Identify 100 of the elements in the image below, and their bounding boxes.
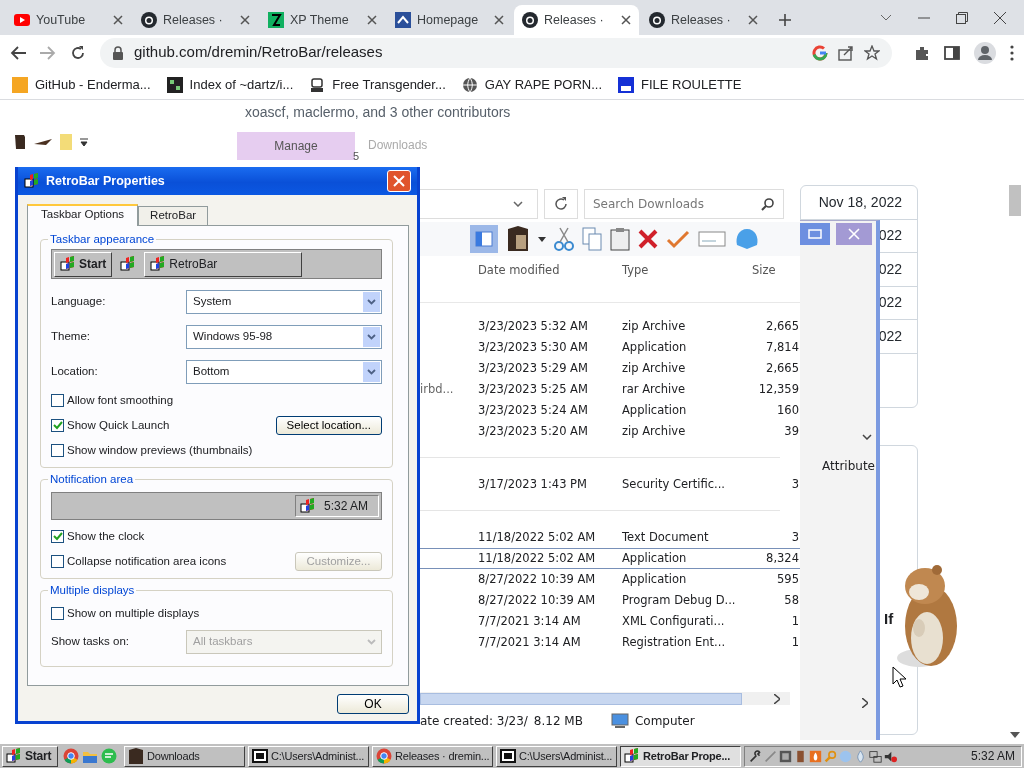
file-row[interactable]: 3/23/2023 5:24 AM Application 160 [420,400,800,421]
date-cell-text: 3/23/2023 5:32 AM [478,317,589,335]
file-row[interactable]: 3/23/2023 5:29 AM zip Archive 2,665 [420,358,800,379]
type-cell-text: zip Archive [622,317,687,335]
dropdown[interactable]: System [186,290,382,314]
task-button[interactable]: RetroBar [144,251,303,277]
column-header[interactable]: Attribute [822,457,875,475]
file-row[interactable]: 3/23/2023 5:20 AM zip Archive 39 [420,421,800,442]
size-cell-text: 8,324 [765,549,799,567]
start-button[interactable]: Start [54,251,113,277]
file-row[interactable]: 11/18/2022 5:02 AM Application 8,324 [420,548,800,569]
date-cell-text: 3/23/2023 5:24 AM [478,401,589,419]
size-cell-text: 1 [790,633,799,651]
size-cell-text: 2,665 [765,317,799,335]
size-cell-text: 1 [790,612,799,630]
browser-tab[interactable]: Releases · [641,5,766,35]
browser-tab[interactable]: Releases · [133,5,258,35]
browser-tab[interactable]: XP Theme [260,5,385,35]
file-row[interactable]: 8/27/2022 10:39 AM Application 595 [420,569,800,590]
file-row[interactable]: 11/18/2022 5:02 AM Text Document 3 [420,527,800,548]
taskbar-button[interactable]: Releases · dremin... [372,745,493,767]
browser-tab[interactable]: YouTube [6,5,131,35]
type-cell-text: Program Debug D... [622,591,737,609]
type-cell-text: Application [622,401,688,419]
taskbar-button[interactable]: C:\Users\Administ... [496,745,617,767]
browser-tab[interactable]: Homepage [387,5,512,35]
type-cell-text: Text Document [622,528,710,546]
file-row[interactable]: 3/17/2023 1:43 PM Security Certific... 3 [420,474,800,495]
date-cell-text: 8/27/2022 10:39 AM [478,570,597,588]
group-label: Taskbar appearance [49,232,156,246]
group-label: Multiple displays [49,583,136,597]
contributors-text: xoascf, maclermo, and 3 other contributors [245,103,511,122]
file-row[interactable]: 3/23/2023 5:32 AM zip Archive 2,665 [420,316,800,337]
file-row[interactable]: 3/23/2023 5:30 AM Application 7,814 [420,337,800,358]
type-cell-text: Registration Ent... [622,633,727,651]
column-header[interactable]: Type [622,262,752,280]
field-label: Theme: [51,329,91,345]
window-title: RetroBar Properties [46,172,165,190]
size-cell-text: 39 [783,422,799,440]
column-header[interactable]: Date modified [478,262,622,280]
date-cell-text: 3/23/2023 5:20 AM [478,422,589,440]
bookmark[interactable]: Index of ~dartz/i... [166,74,294,95]
checkbox-label[interactable]: Show window previews (thumbnails) [67,441,253,460]
file-row[interactable]: irbd... 3/23/2023 5:25 AM rar Archive 12,359 [420,379,800,400]
ok-button[interactable]: OK [337,694,409,714]
bookmark[interactable]: FILE ROULETTE [618,74,742,95]
file-row[interactable]: 7/7/2021 3:14 AM Registration Ent... 1 [420,632,800,653]
type-cell-text: Security Certific... [622,475,726,493]
file-row[interactable]: 7/7/2021 3:14 AM XML Configurati... 1 [420,611,800,632]
browser-tab[interactable]: Releases · [514,5,639,35]
tab[interactable]: Taskbar Options [27,204,139,226]
checkbox-label[interactable]: Show the clock [67,527,145,546]
dropdown[interactable]: Bottom [186,360,382,384]
date-cell-text: 3/23/2023 5:25 AM [478,380,589,398]
type-cell-text: Application [622,570,688,588]
size-cell-text: 7,814 [765,338,799,356]
file-row[interactable]: 8/27/2022 10:39 AM Program Debug D... 58 [420,590,800,611]
date-cell-text: 8/27/2022 10:39 AM [478,591,597,609]
file-name: irbd... [420,381,454,396]
taskbar-button[interactable]: Downloads [124,745,245,767]
start-button[interactable]: Start [2,745,58,767]
field-label: Language: [51,294,107,310]
dropdown[interactable]: Windows 95-98 [186,325,382,349]
date-cell-text: 7/7/2021 3:14 AM [478,633,582,651]
location-text: Computer [634,713,695,730]
date-cell-text: 11/18/2022 5:02 AM [478,549,597,567]
bookmark[interactable]: Free Transgender... [309,74,446,95]
column-header[interactable]: Size [752,262,799,280]
type-cell-text: zip Archive [622,422,687,440]
date-cell-text: 3/23/2023 5:29 AM [478,359,589,377]
checkbox-label[interactable]: Show on multiple displays [67,604,200,623]
taskbar-button[interactable]: C:\Users\Administ... [248,745,369,767]
type-cell-text: XML Configurati... [622,612,726,630]
type-cell-text: Application [622,338,688,356]
button[interactable]: Select location... [275,416,382,435]
heading-fragment: If [884,609,894,629]
checkbox-label[interactable]: Allow font smoothing [67,391,174,410]
clock-text: 5:32 AM [970,748,1015,765]
checkbox-label[interactable]: Show Quick Launch [67,416,170,435]
size-cell-text: 160 [776,401,799,419]
clock-text: 5:32 AM [323,498,368,515]
size-cell-text: 3 [790,475,799,493]
date-cell-text: 3/23/2023 5:30 AM [478,338,589,356]
release-date: Nov 18, 2022 [801,186,917,220]
size-cell-text: 595 [776,570,799,588]
taskbar-button[interactable]: RetroBar Prope... [620,745,741,767]
checkbox-label[interactable]: Collapse notification area icons [67,552,227,571]
count-label: 5 [353,149,360,164]
date-cell-text: 7/7/2021 3:14 AM [478,612,582,630]
tab[interactable]: RetroBar [138,206,209,225]
type-cell-text: rar Archive [622,380,687,398]
address-bar[interactable]: github.com/dremin/RetroBar/releases [100,37,892,68]
search-field[interactable]: Search Downloads [584,189,784,219]
group-label: Notification area [49,472,135,486]
date-cell-text: 3/17/2023 1:43 PM [478,475,588,493]
size-cell-text: 58 [783,591,799,609]
field-label: Location: [51,364,99,380]
bookmark[interactable]: GAY RAPE PORN... [461,74,603,95]
status-text: ate created: 3/23/ [420,713,528,730]
bookmark[interactable]: GitHub - Enderma... [12,74,151,95]
